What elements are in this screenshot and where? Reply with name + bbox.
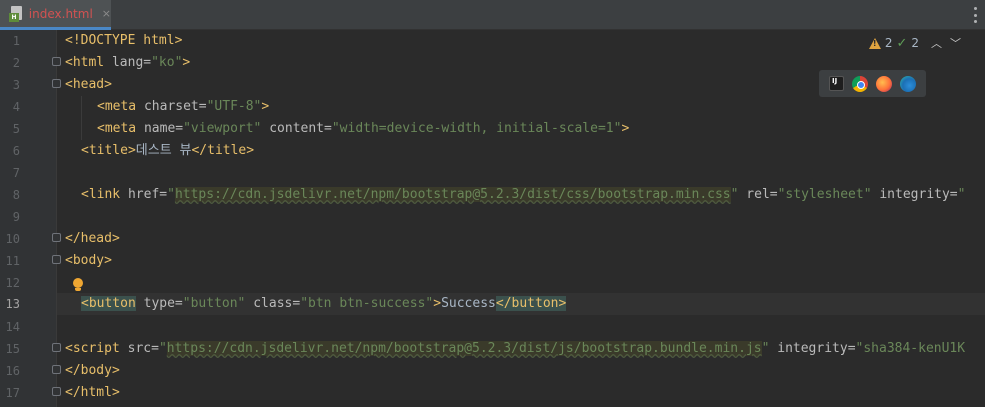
line-number: 5 [12, 122, 20, 136]
line-number: 7 [12, 166, 20, 180]
tab-title: index.html [28, 6, 93, 21]
weak-warning-check-icon: ✓ [896, 35, 908, 51]
indent-guide [81, 96, 82, 140]
warning-count: 2 [884, 36, 893, 50]
html-file-icon: H [9, 5, 24, 22]
edge-icon[interactable] [900, 75, 916, 92]
chevron-up-icon[interactable]: ︿ [931, 35, 942, 51]
code-line-17: </html> [65, 385, 120, 400]
line-number-gutter: 1 2 3 4 5 6 7 8 9 10 11 12 13 14 15 16 1… [0, 30, 56, 407]
line-number: 10 [5, 232, 20, 246]
weak-warning-count: 2 [911, 36, 919, 50]
chevron-down-icon[interactable]: ﹀ [950, 35, 961, 51]
code-line-3: <head> [65, 77, 112, 92]
code-line-13: <button type="button" class="btn btn-suc… [81, 296, 567, 311]
line-number: 17 [5, 386, 20, 400]
code-line-8: <link href="https://cdn.jsdelivr.net/npm… [81, 187, 966, 202]
warning-icon [868, 37, 881, 49]
line-number: 14 [5, 320, 20, 334]
code-line-4: <meta charset="UTF-8"> [97, 99, 270, 114]
line-number: 11 [5, 254, 20, 268]
line-number: 9 [12, 210, 20, 224]
line-number: 1 [12, 34, 20, 48]
line-number: 15 [5, 342, 20, 356]
line-number: 2 [12, 56, 20, 70]
line-number: 6 [12, 144, 20, 158]
close-icon[interactable]: × [102, 7, 111, 20]
firefox-icon[interactable] [876, 75, 892, 92]
inspection-widget[interactable]: 2 ✓ 2 ︿ ﹀ [868, 35, 961, 51]
open-in-browser-toolbar: IJ [819, 70, 926, 97]
more-options-icon[interactable] [973, 7, 977, 23]
code-line-6: <title>데스트 뷰</title> [81, 143, 255, 158]
line-number: 4 [12, 100, 20, 114]
intellij-icon[interactable]: IJ [829, 76, 844, 91]
code-line-5: <meta name="viewport" content="width=dev… [97, 121, 630, 136]
chrome-icon[interactable] [852, 75, 868, 92]
line-number: 12 [5, 276, 20, 290]
line-number: 8 [12, 188, 20, 202]
code-line-15: <script src="https://cdn.jsdelivr.net/np… [65, 341, 966, 356]
lightbulb-icon[interactable] [72, 278, 84, 292]
code-line-11: <body> [65, 253, 112, 268]
code-line-2: <html lang="ko"> [65, 55, 191, 70]
line-number-current: 13 [5, 297, 20, 311]
code-line-16: </body> [65, 363, 120, 378]
line-number: 16 [5, 364, 20, 378]
tab-index-html[interactable]: H index.html × [0, 0, 111, 30]
editor-tab-bar: H index.html × [0, 0, 985, 30]
code-line-10: </head> [65, 231, 120, 246]
code-line-1: <!DOCTYPE html> [65, 33, 183, 48]
line-number: 3 [12, 78, 20, 92]
